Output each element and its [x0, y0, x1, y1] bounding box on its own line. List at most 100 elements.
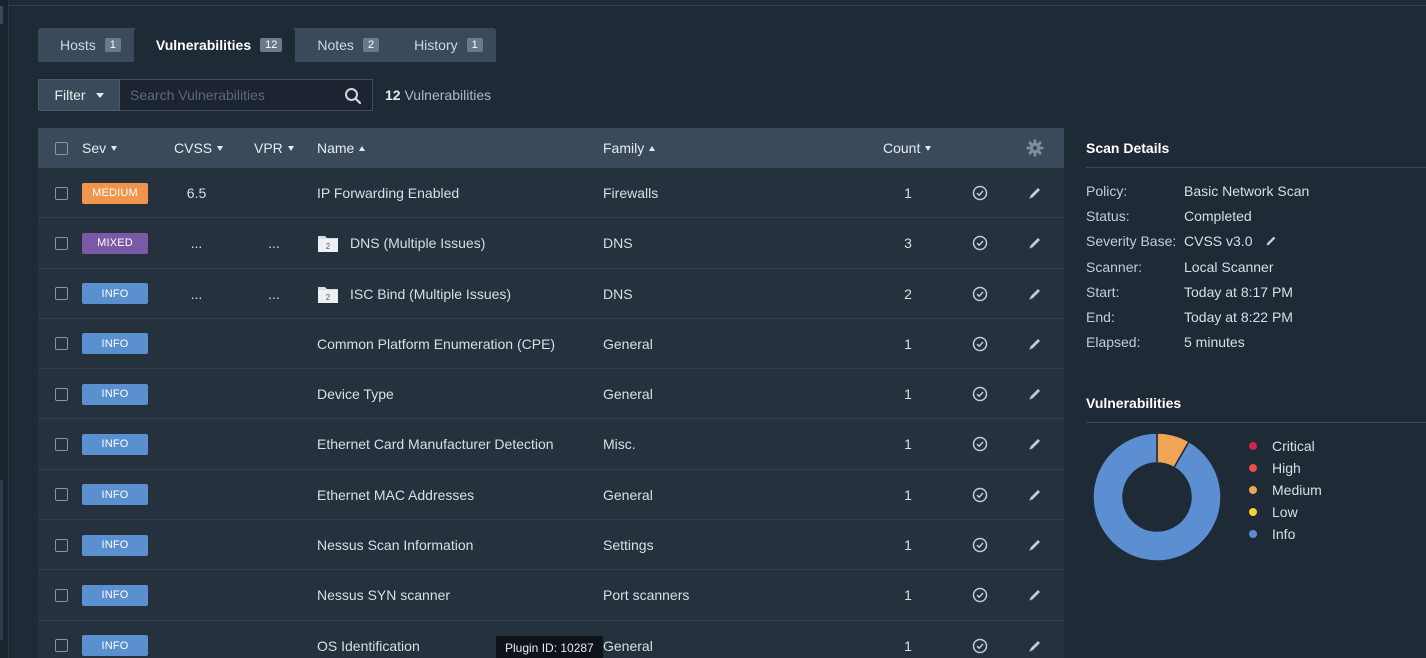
edit-button[interactable]	[1027, 520, 1043, 570]
folder-icon: 2	[318, 236, 338, 253]
donut-slice-info[interactable]	[1092, 432, 1222, 562]
checkbox-box	[55, 387, 68, 401]
snooze-button[interactable]	[972, 419, 988, 469]
snooze-button[interactable]	[972, 369, 988, 419]
edit-button[interactable]	[1027, 419, 1043, 469]
name-cell[interactable]: IP Forwarding Enabled	[317, 168, 459, 218]
name-cell[interactable]: Nessus SYN scanner	[317, 570, 450, 620]
cvss-cell: 6.5	[186, 185, 207, 201]
column-count[interactable]: Count	[883, 128, 932, 168]
tab-notes[interactable]: Notes 2	[295, 28, 392, 62]
name-cell[interactable]: Device Type	[317, 369, 394, 419]
table-row[interactable]: INFO ... ... 2 ISC Bind (Multiple Issues…	[38, 268, 1064, 319]
column-vpr[interactable]: VPR	[254, 128, 294, 168]
pencil-icon	[1029, 540, 1040, 551]
row-checkbox[interactable]	[55, 269, 68, 319]
rail-scrollbar[interactable]	[0, 480, 3, 640]
row-checkbox[interactable]	[55, 621, 68, 658]
name-cell[interactable]: Nessus Scan Information	[317, 520, 473, 570]
edit-button[interactable]	[1027, 218, 1043, 268]
table-row[interactable]: INFO Ethernet MAC Addresses General 1	[38, 469, 1064, 521]
pencil-icon	[1029, 640, 1040, 652]
edit-button[interactable]	[1027, 269, 1043, 319]
name-cell[interactable]: Common Platform Enumeration (CPE)	[317, 319, 555, 369]
table-row[interactable]: MEDIUM 6.5 IP Forwarding Enabled Firewal…	[38, 168, 1064, 219]
column-family[interactable]: Family	[603, 128, 656, 168]
snooze-button[interactable]	[972, 470, 988, 520]
name-cell[interactable]: 2 DNS (Multiple Issues)	[317, 218, 485, 268]
select-all-checkbox[interactable]	[55, 128, 68, 168]
vpr-cell	[254, 470, 294, 520]
snooze-button[interactable]	[972, 269, 988, 319]
vulnerability-name: DNS (Multiple Issues)	[350, 235, 486, 252]
snooze-button[interactable]	[972, 570, 988, 620]
filter-row: Filter 12 Vulnerabilities	[38, 79, 491, 111]
tab-hosts[interactable]: Hosts 1	[38, 28, 134, 62]
check-circle-icon	[972, 185, 988, 201]
row-checkbox[interactable]	[55, 168, 68, 218]
row-checkbox[interactable]	[55, 570, 68, 620]
search-input[interactable]	[130, 87, 330, 103]
filter-button[interactable]: Filter	[38, 79, 120, 111]
count-cell: 2	[904, 285, 912, 302]
row-checkbox[interactable]	[55, 369, 68, 419]
pencil-icon	[1029, 338, 1040, 350]
sort-desc-icon	[217, 145, 224, 151]
row-checkbox[interactable]	[55, 470, 68, 520]
edit-button[interactable]	[1027, 570, 1043, 620]
pencil-icon	[1029, 590, 1040, 601]
cvss-cell: ...	[190, 235, 203, 252]
checkbox-box	[55, 538, 68, 552]
edit-button[interactable]	[1027, 369, 1043, 419]
table-row[interactable]: INFO Common Platform Enumeration (CPE) G…	[38, 318, 1064, 370]
cvss-cell	[174, 319, 219, 369]
snooze-button[interactable]	[972, 621, 988, 658]
sort-desc-icon	[111, 145, 118, 151]
legend-item[interactable]: Info	[1249, 523, 1322, 545]
edit-button[interactable]	[1027, 621, 1043, 658]
table-row[interactable]: INFO Nessus Scan Information Settings 1	[38, 520, 1064, 571]
vpr-cell	[254, 168, 294, 218]
search-icon[interactable]	[344, 87, 362, 105]
legend-item[interactable]: High	[1249, 457, 1322, 479]
table-row[interactable]: MIXED ... ... 2 DNS (Multiple Issues) DN…	[38, 218, 1064, 269]
edit-button[interactable]	[1027, 319, 1043, 369]
table-row[interactable]: INFO Nessus SYN scanner Port scanners 1	[38, 570, 1064, 621]
severity-cell: INFO	[82, 520, 148, 570]
snooze-button[interactable]	[972, 218, 988, 268]
name-cell[interactable]: OS Identification	[317, 621, 420, 658]
legend-item[interactable]: Critical	[1249, 435, 1322, 457]
snooze-button[interactable]	[972, 520, 988, 570]
column-sev[interactable]: Sev	[82, 128, 118, 168]
row-checkbox[interactable]	[55, 218, 68, 268]
name-cell[interactable]: Ethernet Card Manufacturer Detection	[317, 419, 554, 469]
legend-item[interactable]: Medium	[1249, 479, 1322, 501]
tab-history[interactable]: History 1	[392, 28, 496, 62]
column-settings[interactable]	[1026, 128, 1044, 168]
row-checkbox[interactable]	[55, 319, 68, 369]
table-row[interactable]: INFO Ethernet Card Manufacturer Detectio…	[38, 419, 1064, 470]
snooze-button[interactable]	[972, 168, 988, 218]
detail-value: 5 minutes	[1184, 334, 1245, 350]
legend-item[interactable]: Low	[1249, 501, 1322, 523]
name-cell[interactable]: 2 ISC Bind (Multiple Issues)	[317, 269, 511, 319]
severity-badge: MIXED	[82, 232, 148, 254]
table-row[interactable]: INFO Device Type General 1	[38, 369, 1064, 420]
tab-bar: Hosts 1 Vulnerabilities 12 Notes 2 Histo…	[38, 28, 496, 62]
pencil-icon[interactable]	[1264, 234, 1278, 248]
severity-badge: INFO	[82, 635, 148, 657]
cvss-cell	[174, 520, 219, 570]
column-name[interactable]: Name	[317, 128, 366, 168]
table-body: MEDIUM 6.5 IP Forwarding Enabled Firewal…	[38, 168, 1064, 658]
column-label: Name	[317, 140, 355, 156]
name-cell[interactable]: Ethernet MAC Addresses	[317, 470, 474, 520]
severity-badge: INFO	[82, 333, 148, 355]
column-cvss[interactable]: CVSS	[174, 128, 224, 168]
detail-value: CVSS v3.0	[1184, 233, 1278, 249]
row-checkbox[interactable]	[55, 419, 68, 469]
row-checkbox[interactable]	[55, 520, 68, 570]
edit-button[interactable]	[1027, 470, 1043, 520]
snooze-button[interactable]	[972, 319, 988, 369]
tab-vulnerabilities[interactable]: Vulnerabilities 12	[133, 28, 296, 62]
edit-button[interactable]	[1027, 168, 1043, 218]
